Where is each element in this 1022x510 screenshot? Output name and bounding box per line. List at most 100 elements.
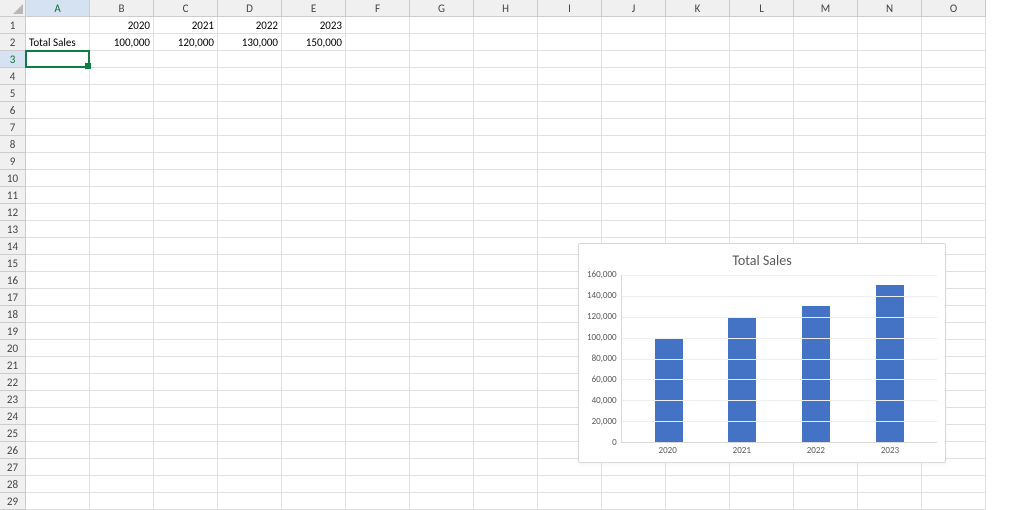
cell-J10[interactable] [602,170,666,187]
cell-I8[interactable] [538,136,602,153]
cell-I5[interactable] [538,85,602,102]
cell-M2[interactable] [794,34,858,51]
cell-I2[interactable] [538,34,602,51]
cell-D24[interactable] [218,408,282,425]
cell-C21[interactable] [154,357,218,374]
cell-L12[interactable] [730,204,794,221]
cell-D6[interactable] [218,102,282,119]
cell-M8[interactable] [794,136,858,153]
cell-C12[interactable] [154,204,218,221]
cell-A17[interactable] [26,289,90,306]
cell-H9[interactable] [474,153,538,170]
cell-E6[interactable] [282,102,346,119]
col-header-E[interactable]: E [282,0,346,17]
cell-I3[interactable] [538,51,602,68]
cell-O9[interactable] [922,153,986,170]
cell-D26[interactable] [218,442,282,459]
cell-N13[interactable] [858,221,922,238]
cell-A19[interactable] [26,323,90,340]
cell-F25[interactable] [346,425,410,442]
cell-D15[interactable] [218,255,282,272]
cell-B5[interactable] [90,85,154,102]
cell-B20[interactable] [90,340,154,357]
cell-G14[interactable] [410,238,474,255]
cell-B7[interactable] [90,119,154,136]
cell-G2[interactable] [410,34,474,51]
row-header-7[interactable]: 7 [0,119,26,136]
cell-M4[interactable] [794,68,858,85]
cell-G13[interactable] [410,221,474,238]
cell-E28[interactable] [282,476,346,493]
cell-K13[interactable] [666,221,730,238]
cell-C10[interactable] [154,170,218,187]
cell-F26[interactable] [346,442,410,459]
cell-M13[interactable] [794,221,858,238]
cell-O8[interactable] [922,136,986,153]
cell-C27[interactable] [154,459,218,476]
cell-O7[interactable] [922,119,986,136]
cell-H1[interactable] [474,17,538,34]
cell-F24[interactable] [346,408,410,425]
cell-L29[interactable] [730,493,794,510]
cell-K5[interactable] [666,85,730,102]
cell-M11[interactable] [794,187,858,204]
cell-D20[interactable] [218,340,282,357]
cell-D25[interactable] [218,425,282,442]
cell-K28[interactable] [666,476,730,493]
cell-I28[interactable] [538,476,602,493]
cell-J1[interactable] [602,17,666,34]
col-header-O[interactable]: O [922,0,986,17]
cell-K3[interactable] [666,51,730,68]
cell-H13[interactable] [474,221,538,238]
cell-D12[interactable] [218,204,282,221]
cell-E5[interactable] [282,85,346,102]
col-header-M[interactable]: M [794,0,858,17]
cell-E23[interactable] [282,391,346,408]
bar-2020[interactable] [655,338,683,442]
cell-H19[interactable] [474,323,538,340]
cell-A22[interactable] [26,374,90,391]
cell-O28[interactable] [922,476,986,493]
cell-I13[interactable] [538,221,602,238]
cell-J13[interactable] [602,221,666,238]
cell-N8[interactable] [858,136,922,153]
cell-H18[interactable] [474,306,538,323]
cell-D2[interactable]: 130,000 [218,34,282,51]
cell-G25[interactable] [410,425,474,442]
cell-G15[interactable] [410,255,474,272]
cell-G24[interactable] [410,408,474,425]
cell-A2[interactable]: Total Sales [26,34,90,51]
row-header-28[interactable]: 28 [0,476,26,493]
cell-F22[interactable] [346,374,410,391]
row-header-14[interactable]: 14 [0,238,26,255]
cell-G21[interactable] [410,357,474,374]
col-header-H[interactable]: H [474,0,538,17]
cell-L13[interactable] [730,221,794,238]
cell-B4[interactable] [90,68,154,85]
cell-A3[interactable] [26,51,90,68]
cell-H4[interactable] [474,68,538,85]
cell-A8[interactable] [26,136,90,153]
cell-H23[interactable] [474,391,538,408]
cell-O29[interactable] [922,493,986,510]
cell-K7[interactable] [666,119,730,136]
cell-A20[interactable] [26,340,90,357]
cell-E9[interactable] [282,153,346,170]
cell-C18[interactable] [154,306,218,323]
cell-M6[interactable] [794,102,858,119]
row-header-16[interactable]: 16 [0,272,26,289]
cell-C11[interactable] [154,187,218,204]
cell-D28[interactable] [218,476,282,493]
cell-C6[interactable] [154,102,218,119]
row-header-10[interactable]: 10 [0,170,26,187]
cell-E17[interactable] [282,289,346,306]
chart-container[interactable]: Total Sales 160,000140,000120,000100,000… [578,243,946,463]
cell-N5[interactable] [858,85,922,102]
cell-D23[interactable] [218,391,282,408]
cell-D14[interactable] [218,238,282,255]
cell-C28[interactable] [154,476,218,493]
cell-B16[interactable] [90,272,154,289]
cell-F5[interactable] [346,85,410,102]
cell-N9[interactable] [858,153,922,170]
cell-D1[interactable]: 2022 [218,17,282,34]
